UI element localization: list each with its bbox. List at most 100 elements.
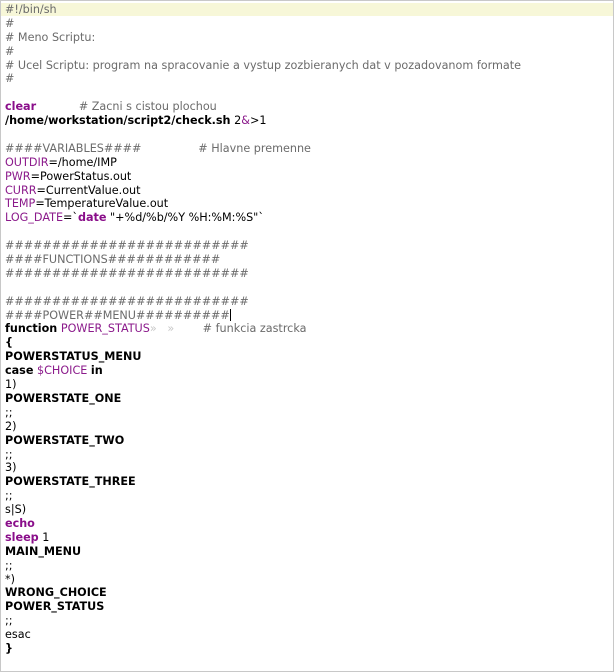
code-line[interactable]: s|S): [5, 503, 613, 517]
code-line[interactable]: echo: [5, 517, 613, 531]
code-token: 2: [230, 114, 242, 128]
code-token: esac: [5, 628, 31, 642]
code-line[interactable]: ####POWER##MENU##########: [5, 308, 613, 323]
code-token: ##########################: [5, 294, 249, 308]
code-line[interactable]: clear # Zacni s cistou plochou: [5, 100, 613, 114]
code-line[interactable]: ;;: [5, 614, 613, 628]
code-line[interactable]: # Meno Scriptu:: [5, 31, 613, 45]
code-line[interactable]: *): [5, 573, 613, 587]
code-token: # Zacni s cistou plochou: [78, 100, 217, 114]
code-token: 2): [5, 419, 17, 433]
code-line[interactable]: MAIN_MENU: [5, 545, 613, 559]
code-line[interactable]: POWERSTATUS_MENU: [5, 350, 613, 364]
code-line[interactable]: TEMP=TemperatureValue.out: [5, 197, 613, 211]
code-line[interactable]: {: [5, 336, 613, 350]
code-token: /home/workstation/script2/check.sh: [5, 114, 231, 128]
code-token: in: [90, 364, 103, 378]
code-token: ####POWER##MENU##########: [5, 308, 230, 322]
code-line[interactable]: [5, 86, 613, 100]
code-line[interactable]: ####VARIABLES#### # Hlavne premenne: [5, 142, 613, 156]
code-token: >1: [249, 114, 267, 128]
code-line[interactable]: OUTDIR=/home/IMP: [5, 156, 613, 170]
code-area[interactable]: #!/bin/sh # # Meno Scriptu: # # Ucel Scriptu…: [5, 3, 613, 656]
code-token: # Ucel Scriptu: program na spracovanie a…: [5, 58, 522, 72]
code-token: =PowerStatus.out: [30, 169, 132, 183]
code-line[interactable]: sleep 1: [5, 531, 613, 545]
code-line[interactable]: case $CHOICE in: [5, 364, 613, 378]
code-token: WRONG_CHOICE: [5, 586, 107, 600]
code-token: ####VARIABLES####: [5, 141, 142, 155]
code-token: function: [5, 322, 58, 336]
code-line[interactable]: esac: [5, 628, 613, 642]
code-token: ;;: [5, 405, 13, 419]
code-line[interactable]: function POWER_STATUS» » # funkcia zastr…: [5, 322, 613, 336]
code-line[interactable]: ;;: [5, 406, 613, 420]
code-line[interactable]: POWERSTATE_THREE: [5, 475, 613, 489]
code-token: &: [241, 114, 250, 128]
code-token: #: [5, 44, 15, 58]
code-line[interactable]: WRONG_CHOICE: [5, 586, 613, 600]
code-line[interactable]: ##########################: [5, 239, 613, 253]
code-line[interactable]: #!/bin/sh: [5, 3, 613, 17]
code-line[interactable]: ;;: [5, 559, 613, 573]
code-line[interactable]: ####FUNCTIONS############: [5, 253, 613, 267]
code-line[interactable]: #: [5, 72, 613, 86]
code-line[interactable]: POWERSTATE_TWO: [5, 434, 613, 448]
code-token: ;;: [5, 614, 13, 628]
code-token: {: [5, 336, 13, 350]
code-line[interactable]: PWR=PowerStatus.out: [5, 170, 613, 184]
code-editor[interactable]: #!/bin/sh # # Meno Scriptu: # # Ucel Scriptu…: [0, 0, 614, 672]
code-line[interactable]: # Ucel Scriptu: program na spracovanie a…: [5, 59, 613, 73]
code-line[interactable]: POWER_STATUS: [5, 600, 613, 614]
code-token: 1): [5, 378, 17, 392]
code-token: case: [5, 364, 34, 378]
code-line[interactable]: CURR=CurrentValue.out: [5, 184, 613, 198]
code-token: ;;: [5, 489, 13, 503]
code-line[interactable]: /home/workstation/script2/check.sh 2&>1: [5, 114, 613, 128]
code-token: » »: [149, 322, 175, 336]
code-token: echo: [5, 516, 35, 530]
code-line[interactable]: ##########################: [5, 295, 613, 309]
code-token: "+%d/%b/%Y %H:%M:%S"`: [106, 211, 264, 225]
code-line[interactable]: [5, 225, 613, 239]
code-token: $CHOICE: [37, 364, 88, 378]
code-line[interactable]: [5, 128, 613, 142]
code-line[interactable]: #: [5, 45, 613, 59]
code-line[interactable]: ;;: [5, 489, 613, 503]
code-line[interactable]: ##########################: [5, 267, 613, 281]
code-line[interactable]: ;;: [5, 448, 613, 462]
code-token: #: [5, 16, 15, 30]
code-line[interactable]: #: [5, 17, 613, 31]
code-line[interactable]: POWERSTATE_ONE: [5, 392, 613, 406]
code-token: POWERSTATE_TWO: [5, 433, 125, 447]
code-token: }: [5, 641, 13, 655]
code-line[interactable]: 1): [5, 378, 613, 392]
code-token: #: [5, 72, 15, 86]
code-token: ##########################: [5, 239, 249, 253]
code-token: POWERSTATE_ONE: [5, 391, 122, 405]
code-token: # funkcia zastrcka: [202, 322, 307, 336]
code-token: 1: [38, 530, 50, 544]
code-token: =TemperatureValue.out: [35, 197, 169, 211]
code-token: #!/bin/sh: [5, 3, 57, 16]
code-token: POWERSTATUS_MENU: [5, 350, 142, 364]
code-token: date: [77, 211, 107, 225]
code-token: OUTDIR: [5, 155, 49, 169]
code-token: =`: [63, 211, 78, 225]
code-line[interactable]: }: [5, 642, 613, 656]
code-token: sleep: [5, 530, 39, 544]
code-line[interactable]: LOG_DATE=`date "+%d/%b/%Y %H:%M:%S"`: [5, 211, 613, 225]
code-line[interactable]: 3): [5, 461, 613, 475]
code-token: ;;: [5, 558, 13, 572]
code-token: # Hlavne premenne: [198, 141, 311, 155]
code-token: LOG_DATE: [5, 211, 64, 225]
code-token: POWERSTATE_THREE: [5, 475, 136, 489]
code-token: ####FUNCTIONS############: [5, 253, 221, 267]
code-line[interactable]: 2): [5, 420, 613, 434]
code-token: 3): [5, 461, 17, 475]
code-token: TEMP: [5, 197, 36, 211]
code-token: s|S): [5, 503, 27, 517]
code-line[interactable]: [5, 281, 613, 295]
